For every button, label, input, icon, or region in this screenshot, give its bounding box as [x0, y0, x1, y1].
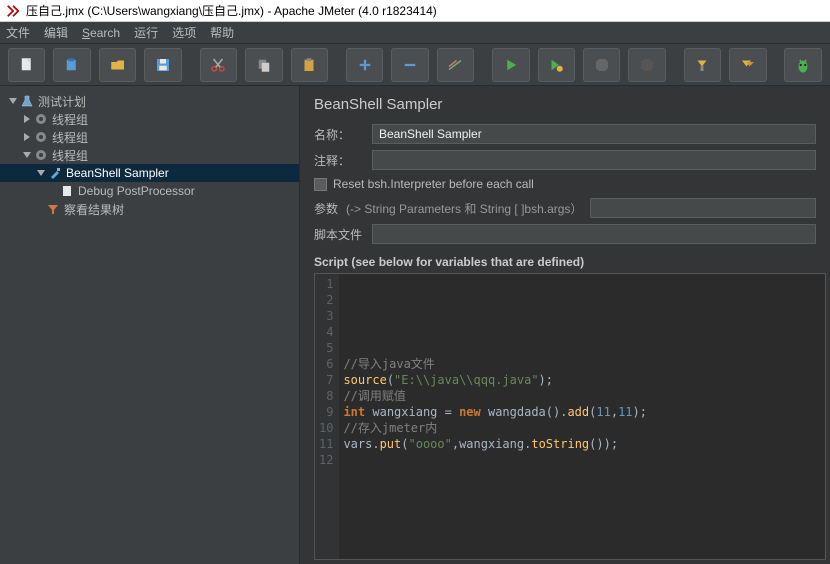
expand-arrow-icon[interactable]	[8, 96, 18, 106]
tree-label: 测试计划	[38, 93, 86, 110]
clear-button[interactable]	[684, 48, 721, 82]
tree-test-plan[interactable]: 测试计划	[0, 92, 299, 110]
save-button[interactable]	[144, 48, 181, 82]
test-plan-tree[interactable]: 测试计划 线程组 线程组 线程组 BeanShell Sampler	[0, 86, 300, 564]
menubar: 文件 编辑 Search 运行 选项 帮助	[0, 22, 830, 44]
script-header: Script (see below for variables that are…	[300, 247, 830, 273]
tree-label: Debug PostProcessor	[78, 184, 195, 198]
tree-thread-group-3[interactable]: 线程组	[0, 146, 299, 164]
menu-options[interactable]: 选项	[172, 24, 196, 41]
start-no-pause-button[interactable]	[538, 48, 575, 82]
collapse-arrow-icon[interactable]	[22, 114, 32, 124]
clear-all-button[interactable]	[729, 48, 766, 82]
tree-thread-group-2[interactable]: 线程组	[0, 128, 299, 146]
templates-button[interactable]	[53, 48, 90, 82]
collapse-button[interactable]	[391, 48, 428, 82]
menu-edit[interactable]: 编辑	[44, 24, 68, 41]
menu-run[interactable]: 运行	[134, 24, 158, 41]
panel-title: BeanShell Sampler	[300, 86, 830, 121]
gear-icon	[34, 112, 48, 126]
code-area[interactable]: //导入java文件source("E:\\java\\qqq.java");/…	[339, 274, 825, 559]
tree-view-results-tree[interactable]: 察看结果树	[0, 200, 299, 218]
dropper-icon	[48, 166, 62, 180]
gear-icon	[34, 130, 48, 144]
menu-file[interactable]: 文件	[6, 24, 30, 41]
copy-button[interactable]	[245, 48, 282, 82]
tree-label: 线程组	[52, 147, 88, 164]
app-icon	[6, 4, 20, 18]
script-editor[interactable]: 123456789101112 //导入java文件source("E:\\ja…	[314, 273, 826, 560]
expand-arrow-icon[interactable]	[22, 150, 32, 160]
flask-icon	[20, 94, 34, 108]
menu-help[interactable]: 帮助	[210, 24, 234, 41]
tree-label: BeanShell Sampler	[66, 166, 169, 180]
toggle-button[interactable]	[437, 48, 474, 82]
window-titlebar: 压自己.jmx (C:\Users\wangxiang\压自己.jmx) - A…	[0, 0, 830, 22]
name-input[interactable]	[372, 124, 816, 144]
shutdown-button[interactable]	[628, 48, 665, 82]
tree-beanshell-sampler[interactable]: BeanShell Sampler	[0, 164, 299, 182]
expand-arrow-icon[interactable]	[36, 168, 46, 178]
toolbar	[0, 44, 830, 86]
function-helper-button[interactable]	[784, 48, 821, 82]
gear-icon	[34, 148, 48, 162]
scriptfile-label: 脚本文件	[314, 226, 364, 243]
comment-input[interactable]	[372, 150, 816, 170]
funnel-icon	[46, 202, 60, 216]
tree-label: 察看结果树	[64, 201, 124, 218]
params-input[interactable]	[590, 198, 816, 218]
name-label: 名称：	[314, 126, 364, 143]
paste-button[interactable]	[291, 48, 328, 82]
document-icon	[60, 184, 74, 198]
tree-thread-group-1[interactable]: 线程组	[0, 110, 299, 128]
reset-interpreter-label: Reset bsh.Interpreter before each call	[333, 177, 534, 191]
sampler-config-panel: BeanShell Sampler 名称： 注释： Reset bsh.Inte…	[300, 86, 830, 564]
comment-label: 注释：	[314, 152, 364, 169]
tree-label: 线程组	[52, 129, 88, 146]
params-hint: (-> String Parameters 和 String [ ]bsh.ar…	[346, 200, 582, 217]
scriptfile-input[interactable]	[372, 224, 816, 244]
line-gutter: 123456789101112	[315, 274, 339, 559]
params-label: 参数	[314, 200, 338, 217]
reset-interpreter-checkbox[interactable]	[314, 178, 327, 191]
menu-search[interactable]: Search	[82, 26, 120, 40]
collapse-arrow-icon[interactable]	[22, 132, 32, 142]
expand-button[interactable]	[346, 48, 383, 82]
stop-button[interactable]	[583, 48, 620, 82]
open-button[interactable]	[99, 48, 136, 82]
window-title: 压自己.jmx (C:\Users\wangxiang\压自己.jmx) - A…	[26, 2, 437, 19]
start-button[interactable]	[492, 48, 529, 82]
tree-debug-postprocessor[interactable]: Debug PostProcessor	[0, 182, 299, 200]
new-button[interactable]	[8, 48, 45, 82]
cut-button[interactable]	[200, 48, 237, 82]
tree-label: 线程组	[52, 111, 88, 128]
